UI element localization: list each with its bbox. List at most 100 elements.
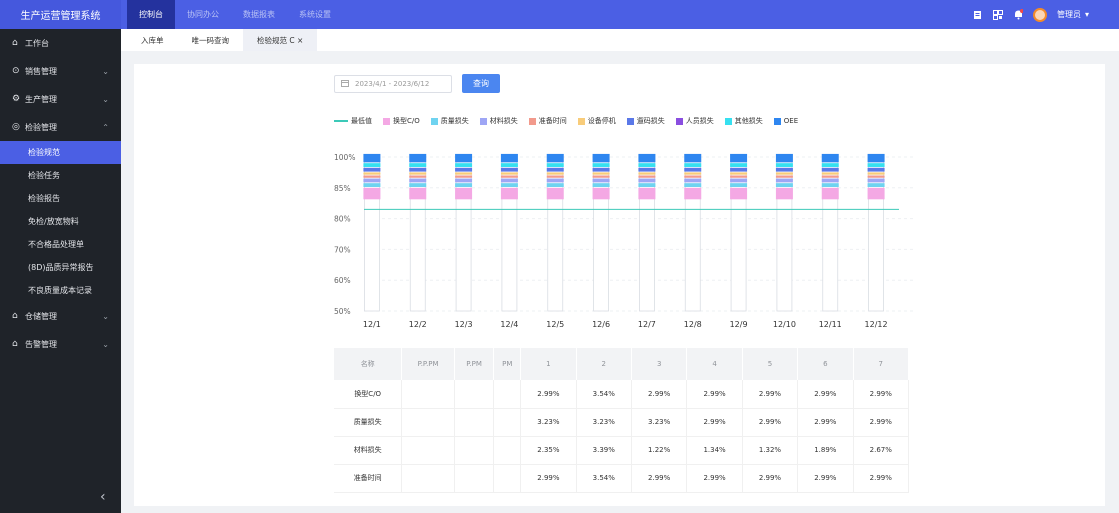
bar-segment <box>409 183 427 187</box>
legend-item[interactable]: 最低值 <box>334 116 372 126</box>
legend-item[interactable]: 换型C/O <box>383 116 420 126</box>
legend-item[interactable]: 质量损失 <box>430 116 469 126</box>
legend-item[interactable]: 设备停机 <box>577 116 616 126</box>
legend-item[interactable]: 准备时间 <box>528 116 567 126</box>
sidebar-sub-cost[interactable]: 不良质量成本记录 <box>0 279 121 302</box>
legend-swatch <box>528 117 536 125</box>
avatar[interactable] <box>1032 7 1047 22</box>
table-cell: 2.99% <box>797 464 854 493</box>
date-range-picker[interactable]: 2023/4/1 - 2023/6/12 <box>334 75 452 93</box>
table-header-cell[interactable]: P.P.PM <box>401 348 455 380</box>
bar-segment <box>775 172 793 175</box>
table-cell: 3.39% <box>576 436 632 465</box>
bar-segment <box>684 178 702 183</box>
sidebar-sub-8d[interactable]: (8D)品质异常报告 <box>0 256 121 279</box>
legend-label: OEE <box>783 117 799 125</box>
stacked-bar-chart: 100% 85% 80% 70% 60% 50% 12/1 12/2 12/3 12/4 12/5 1… <box>334 153 914 329</box>
bar-segment <box>821 172 839 175</box>
qr-icon[interactable] <box>992 9 1003 20</box>
table-header-cell[interactable]: 名称 <box>334 348 403 380</box>
table-cell: 2.67% <box>853 436 910 465</box>
legend-item[interactable]: 材料损失 <box>479 116 518 126</box>
tab-inspection-spec[interactable]: 检验规范 C × <box>243 29 318 51</box>
legend-label: 质量损失 <box>440 117 469 125</box>
sidebar-item-sales[interactable]: ⊙ 销售管理 ⌄ <box>0 57 121 85</box>
topnav-console[interactable]: 控制台 <box>127 0 175 29</box>
bar-segment <box>500 183 518 187</box>
table-cell: 3.23% <box>631 408 688 437</box>
sidebar-sub-spec[interactable]: 检验规范 <box>0 141 121 164</box>
topnav-settings[interactable]: 系统设置 <box>287 0 343 29</box>
table-row: 准备时间 2.99% 3.54% 2.99% 2.99% 2.99% 2.99% 2.99% <box>334 464 910 493</box>
x-tick-label: 12/4 <box>500 320 518 329</box>
table-cell: 2.99% <box>853 380 910 409</box>
table-header-cell[interactable]: 6 <box>797 348 854 380</box>
bar-segment <box>730 153 748 163</box>
legend-swatch <box>383 117 390 125</box>
bar-segment <box>500 163 518 167</box>
tab-unique-query[interactable]: 唯一码查询 <box>178 29 244 51</box>
table-cell <box>454 380 495 409</box>
bar-segment <box>775 183 793 187</box>
bar-segment <box>592 153 610 163</box>
alarm-icon: ⌂ <box>12 339 18 349</box>
legend-label: 材料损失 <box>489 117 518 125</box>
document-icon[interactable] <box>973 10 983 20</box>
table-header-cell[interactable]: 5 <box>742 348 799 380</box>
legend-swatch <box>773 117 781 125</box>
topnav-collab[interactable]: 协同办公 <box>175 0 231 29</box>
bar-segment <box>775 163 793 167</box>
legend-swatch <box>430 117 438 125</box>
table-header-cell[interactable]: 3 <box>631 348 688 380</box>
sidebar-sub-task[interactable]: 检验任务 <box>0 164 121 187</box>
legend-item[interactable]: 人员损失 <box>675 116 714 126</box>
table-cell: 准备时间 <box>334 464 403 493</box>
table-cell <box>493 408 522 437</box>
table-header-cell[interactable]: 2 <box>576 348 632 380</box>
table-cell: 3.23% <box>576 408 632 437</box>
bar-segment <box>730 172 748 175</box>
table-header-cell[interactable]: 1 <box>520 348 577 380</box>
table-cell <box>493 380 522 409</box>
bar-segment <box>638 187 656 200</box>
bar-segment <box>455 172 473 175</box>
table-cell: 3.54% <box>576 464 632 493</box>
y-tick-label: 80% <box>334 215 351 224</box>
table-header-cell[interactable]: P.PM <box>454 348 495 380</box>
table-cell <box>493 436 522 465</box>
legend-label: 换型C/O <box>393 117 420 125</box>
topnav-reports[interactable]: 数据报表 <box>231 0 287 29</box>
legend-item[interactable]: OEE <box>773 117 799 125</box>
tab-inbound[interactable]: 入库单 <box>127 29 178 51</box>
sidebar-sub-nonconform[interactable]: 不合格品处理单 <box>0 233 121 256</box>
bar-segment <box>409 175 427 178</box>
table-cell <box>401 464 455 493</box>
table-header-cell[interactable]: PM <box>493 348 522 380</box>
user-menu[interactable]: 管理员 ▾ <box>1057 9 1089 20</box>
warehouse-icon: ⌂ <box>12 311 18 321</box>
table-cell: 2.99% <box>853 464 910 493</box>
bar-segment <box>546 153 564 163</box>
sidebar-item-warehouse[interactable]: ⌂ 仓储管理 ⌄ <box>0 302 121 330</box>
sidebar-item-workbench[interactable]: ⌂ 工作台 <box>0 29 121 57</box>
sidebar-item-inspection[interactable]: ◎ 检验管理 ⌃ <box>0 113 121 141</box>
table-header-cell[interactable]: 4 <box>686 348 743 380</box>
table-header-cell[interactable]: 7 <box>853 348 910 380</box>
chevron-down-icon: ⌄ <box>102 66 109 76</box>
x-tick-label: 12/12 <box>865 320 888 329</box>
sidebar-sub-report[interactable]: 检验报告 <box>0 187 121 210</box>
sidebar-sub-exempt[interactable]: 免检/放宽物料 <box>0 210 121 233</box>
bar-segment <box>592 178 610 183</box>
sidebar-item-alarm[interactable]: ⌂ 告警管理 ⌄ <box>0 330 121 358</box>
sidebar-item-production[interactable]: ⚙ 生产管理 ⌄ <box>0 85 121 113</box>
bar-segment <box>455 187 473 200</box>
query-button[interactable]: 查询 <box>462 74 500 93</box>
legend-item[interactable]: 其他损失 <box>724 116 763 126</box>
legend-item[interactable]: 遛码损失 <box>626 116 665 126</box>
chevron-down-icon: ⌄ <box>102 94 109 104</box>
x-tick-label: 12/7 <box>638 320 656 329</box>
collapse-sidebar-icon[interactable]: ‹ <box>100 489 106 505</box>
table-cell <box>454 436 495 465</box>
bar-segment <box>867 167 885 172</box>
bell-icon[interactable] <box>1013 9 1023 20</box>
